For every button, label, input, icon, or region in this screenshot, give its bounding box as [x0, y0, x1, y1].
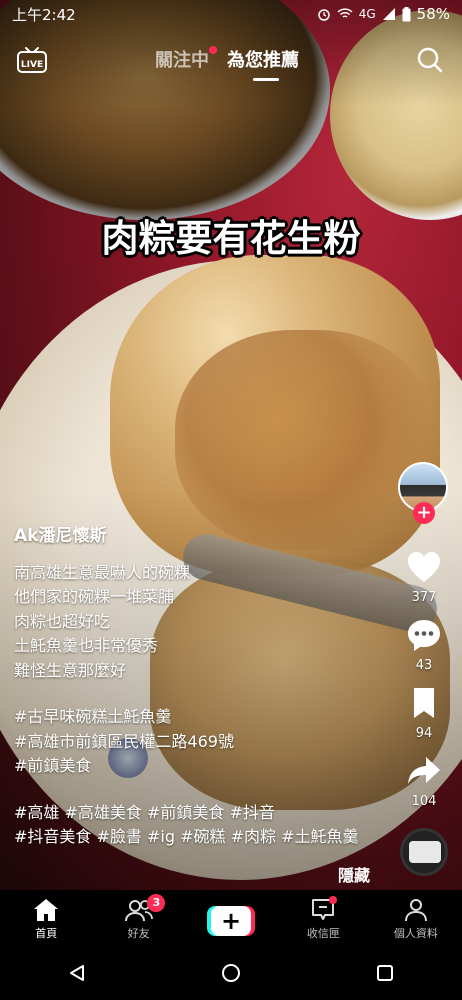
- home-circle-icon[interactable]: [221, 963, 241, 983]
- tab-profile-label: 個人資料: [393, 927, 438, 940]
- hide-description-button[interactable]: 隱藏: [338, 862, 370, 886]
- tab-inbox-label: 收信匣: [306, 927, 340, 940]
- hashtag-line[interactable]: #抖音美食 #臉書 #ig #碗糕 #肉粽 #土魠魚羹: [14, 825, 394, 850]
- desc-line: 難怪生意那麼好: [14, 660, 127, 680]
- wifi-icon: [337, 8, 353, 18]
- search-icon: [417, 47, 443, 73]
- comment-button[interactable]: 43: [396, 618, 452, 673]
- tab-inbox[interactable]: 收信匣: [277, 890, 369, 946]
- music-disc-button[interactable]: [400, 828, 448, 876]
- share-button[interactable]: 104: [396, 754, 452, 809]
- back-icon[interactable]: [68, 964, 86, 982]
- tab-following-dot: [209, 46, 217, 54]
- feed-tabs: 關注中 為您推薦: [155, 46, 299, 81]
- tab-for-you-label: 為您推薦: [227, 50, 299, 71]
- friends-notification-badge: 3: [147, 894, 166, 912]
- video-caption-overlay: 肉粽要有花生粉: [101, 217, 361, 260]
- desc-line: 南高雄生意最嚇人的碗粿: [14, 562, 191, 582]
- share-icon: [408, 757, 440, 784]
- status-icons: 4G 58%: [317, 5, 450, 23]
- follow-plus-button[interactable]: +: [413, 502, 435, 524]
- battery-icon: [402, 6, 411, 21]
- home-icon: [34, 899, 59, 921]
- hashtag-line[interactable]: #前鎮美食: [14, 754, 394, 779]
- signal-icon: [382, 8, 395, 20]
- desc-line: 土魠魚羹也非常優秀: [14, 636, 159, 655]
- music-disc-thumbnail: [409, 841, 441, 863]
- author-name[interactable]: Ak潘尼懷斯: [14, 524, 394, 549]
- status-bar: 上午2:42 4G 58%: [0, 0, 462, 28]
- live-icon: LIVE: [17, 47, 47, 73]
- battery-level: 58%: [416, 5, 450, 23]
- hashtag-line[interactable]: #高雄 #高雄美食 #前鎮美食 #抖音: [14, 801, 394, 826]
- video-description: Ak潘尼懷斯 南高雄生意最嚇人的碗粿 他們家的碗粿一堆菜脯 肉粽也超好吃 土魠魚…: [14, 524, 394, 850]
- search-button[interactable]: [416, 46, 444, 74]
- bookmark-button[interactable]: 94: [396, 686, 452, 741]
- desc-gap: [14, 683, 394, 705]
- like-count: 377: [411, 590, 437, 605]
- desc-gap: [14, 779, 394, 801]
- tab-for-you[interactable]: 為您推薦: [227, 46, 299, 81]
- bottom-tab-bar: 首頁 好友 3 + 收信匣 個人資料: [0, 890, 462, 946]
- tab-for-you-indicator: [253, 78, 279, 81]
- desc-line: 肉粽也超好吃: [14, 611, 111, 631]
- like-button[interactable]: 377: [396, 550, 452, 605]
- bookmark-count: 94: [415, 726, 433, 741]
- comment-count: 43: [415, 658, 433, 673]
- system-navigation-bar: [0, 946, 462, 1000]
- tab-following[interactable]: 關注中: [155, 46, 217, 72]
- tab-create[interactable]: +: [185, 890, 277, 946]
- hashtag-line[interactable]: #高雄市前鎮區民權二路469號: [14, 730, 394, 755]
- tab-home[interactable]: 首頁: [0, 890, 92, 946]
- creator-avatar-button[interactable]: +: [398, 462, 450, 526]
- tab-home-label: 首頁: [35, 927, 58, 940]
- share-count: 104: [411, 794, 437, 809]
- live-button[interactable]: LIVE: [16, 46, 48, 74]
- status-time: 上午2:42: [12, 5, 76, 24]
- create-button[interactable]: +: [207, 906, 256, 936]
- recents-icon[interactable]: [376, 964, 394, 982]
- svg-text:LIVE: LIVE: [21, 60, 43, 70]
- top-nav: LIVE 關注中 為您推薦: [0, 40, 462, 84]
- alarm-icon: [317, 9, 330, 21]
- desc-line: 他們家的碗粿一堆菜脯: [14, 587, 175, 606]
- tab-friends[interactable]: 好友 3: [92, 890, 184, 946]
- tab-profile[interactable]: 個人資料: [370, 890, 462, 946]
- network-type: 4G: [358, 7, 376, 21]
- comment-icon: [408, 620, 440, 651]
- heart-icon: [408, 552, 440, 582]
- bookmark-icon: [414, 688, 434, 718]
- hashtag-line[interactable]: #古早味碗糕土魠魚羹: [14, 705, 394, 730]
- tab-friends-label: 好友: [127, 927, 150, 940]
- tab-following-label: 關注中: [155, 50, 209, 71]
- plus-icon: +: [211, 906, 252, 936]
- profile-icon: [404, 899, 427, 922]
